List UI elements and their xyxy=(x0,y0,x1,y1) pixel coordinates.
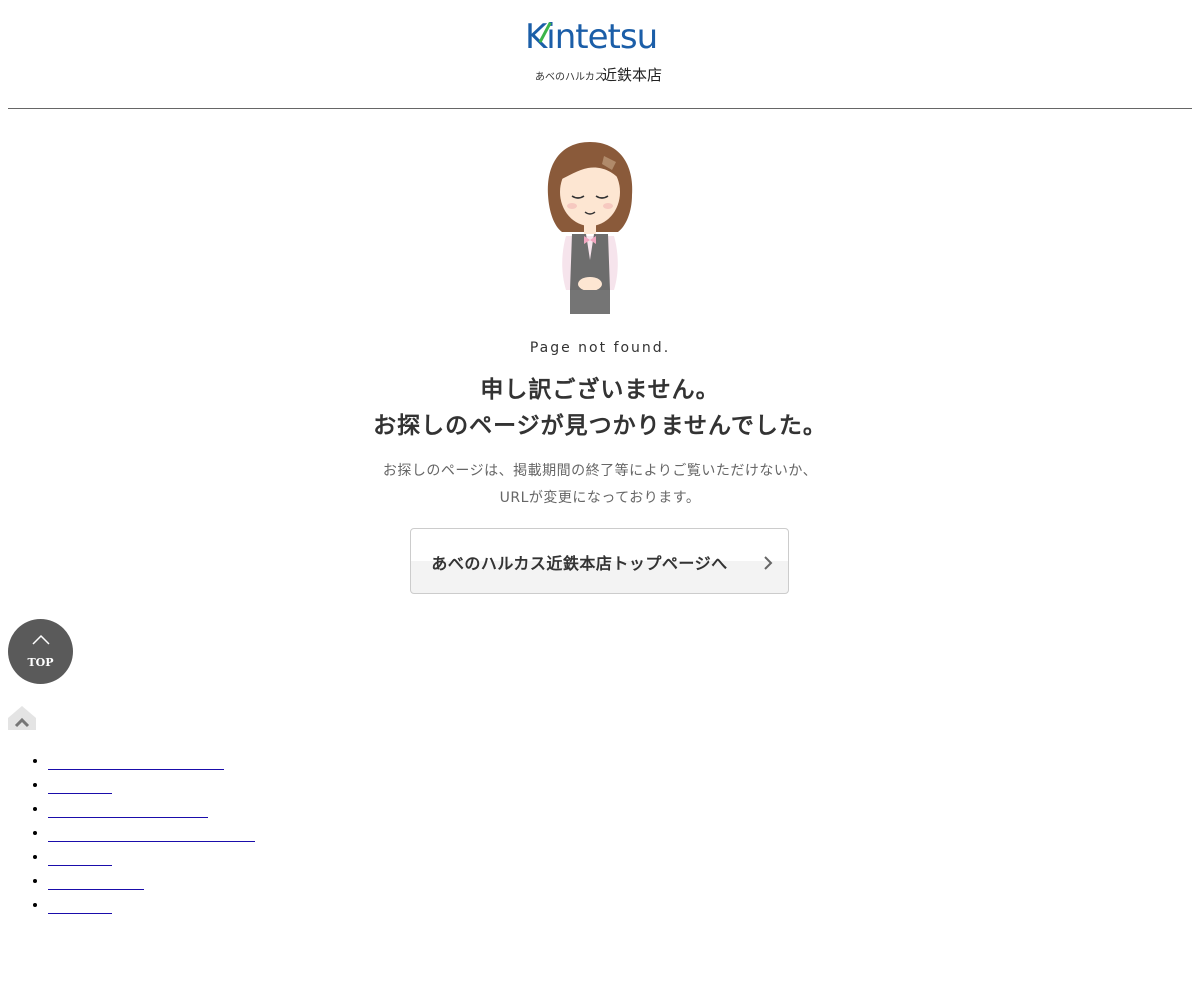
bowing-staff-illustration xyxy=(547,142,633,314)
page-top-arrow-icon[interactable] xyxy=(8,704,36,730)
not-found-label: Page not found. xyxy=(529,340,671,356)
footer-link[interactable] xyxy=(48,800,208,818)
footer-link[interactable] xyxy=(48,776,112,794)
list-item xyxy=(48,752,255,776)
store-top-page-button[interactable]: あべのハルカス近鉄本店トップページへ xyxy=(410,528,789,594)
chevron-up-icon xyxy=(32,634,50,645)
header-divider xyxy=(8,108,1192,109)
list-item xyxy=(48,848,255,872)
footer-link[interactable] xyxy=(48,848,112,866)
footer-link[interactable] xyxy=(48,824,255,842)
logo-subtitle-small: あべのハルカス xyxy=(535,72,605,83)
error-title-line2: お探しのページが見つかりませんでした。 xyxy=(373,413,827,439)
logo-subtitle-store: 近鉄本店 xyxy=(602,66,663,84)
list-item xyxy=(48,776,255,800)
list-item xyxy=(48,872,255,896)
site-header: Kintetsu あべのハルカス 近鉄本店 xyxy=(0,0,1200,109)
footer-link[interactable] xyxy=(48,896,112,914)
list-item xyxy=(48,896,255,920)
logo-wordmark: Kintetsu xyxy=(525,17,658,57)
footer-link[interactable] xyxy=(48,872,144,890)
back-to-top-label: TOP xyxy=(27,656,54,669)
store-top-page-button-label: あべのハルカス近鉄本店トップページへ xyxy=(431,554,728,573)
error-description-line2: URLが変更になっております。 xyxy=(499,490,701,506)
error-description: お探しのページは、掲載期間の終了等によりご覧いただけないか、 URLが変更になっ… xyxy=(0,458,1200,512)
footer-link-list xyxy=(48,752,255,920)
error-description-line1: お探しのページは、掲載期間の終了等によりご覧いただけないか、 xyxy=(382,463,818,479)
error-title-line1: 申し訳ございません。 xyxy=(480,377,720,403)
error-title: 申し訳ございません。 お探しのページが見つかりませんでした。 xyxy=(0,372,1200,444)
back-to-top-button[interactable]: TOP xyxy=(8,619,73,684)
chevron-right-icon xyxy=(764,556,773,570)
list-item xyxy=(48,824,255,848)
site-logo[interactable]: Kintetsu あべのハルカス 近鉄本店 xyxy=(523,20,683,86)
list-item xyxy=(48,800,255,824)
footer-link[interactable] xyxy=(48,752,224,770)
